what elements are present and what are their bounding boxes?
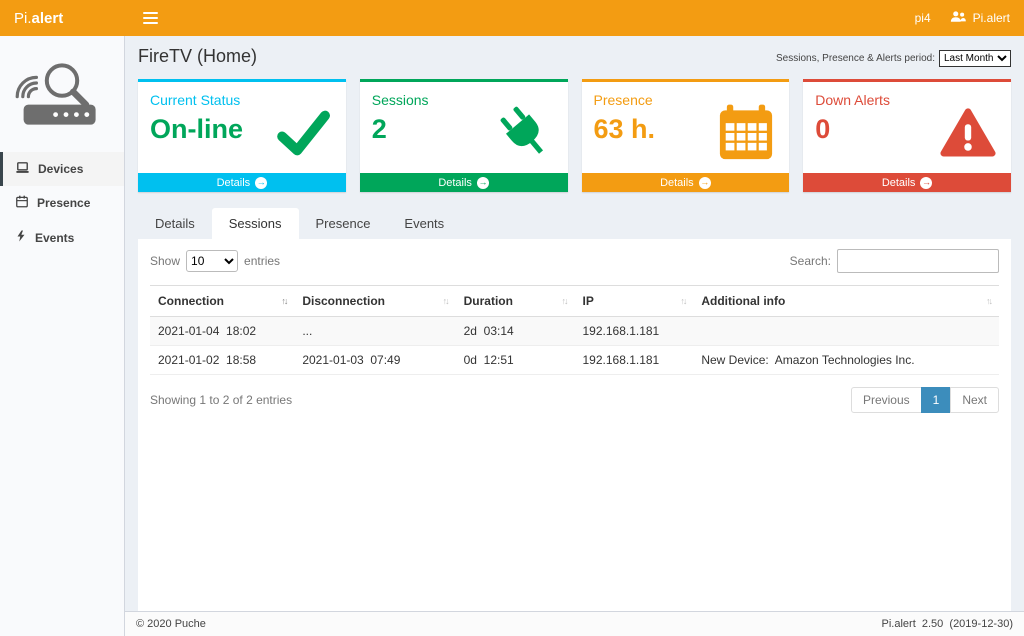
details-link-sessions[interactable]: Details →: [360, 173, 568, 192]
column-header-disconnection[interactable]: Disconnection↑↓: [294, 286, 455, 317]
arrow-right-icon: →: [920, 177, 932, 189]
cell-duration: 2d 03:14: [456, 317, 575, 346]
navbar: pi4 Pi.alert: [125, 0, 1024, 36]
cell-disconnection: 2021-01-03 07:49: [294, 346, 455, 375]
sidebar-menu: Devices Presence: [0, 152, 124, 255]
table-row: 2021-01-02 18:58 2021-01-03 07:49 0d 12:…: [150, 346, 999, 375]
column-header-duration[interactable]: Duration↑↓: [456, 286, 575, 317]
table-row: 2021-01-04 18:02 ... 2d 03:14 192.168.1.…: [150, 317, 999, 346]
sidebar-item-devices[interactable]: Devices: [0, 152, 124, 186]
sidebar-item-label: Events: [35, 231, 74, 245]
brand-prefix: Pi.: [14, 10, 32, 27]
sort-icon: ↑↓: [281, 294, 286, 306]
column-header-additional-info[interactable]: Additional info↑↓: [693, 286, 999, 317]
version-label: Pi.alert 2.50 (2019-12-30): [882, 618, 1013, 630]
pagination: Previous 1 Next: [852, 387, 999, 413]
cell-connection: 2021-01-02 18:58: [150, 346, 294, 375]
page-length-select[interactable]: 10: [186, 250, 238, 272]
calendar-icon: [15, 195, 29, 211]
sessions-table: Connection↑↓ Disconnection↑↓ Duration↑↓ …: [150, 285, 999, 375]
sidebar-item-presence[interactable]: Presence: [0, 186, 124, 220]
period-label: Sessions, Presence & Alerts period:: [776, 53, 935, 64]
details-link-presence[interactable]: Details →: [582, 173, 790, 192]
show-label: Show: [150, 254, 180, 268]
previous-page-button[interactable]: Previous: [851, 387, 922, 413]
brand-logo[interactable]: Pi.alert: [0, 0, 125, 36]
brand-suffix: alert: [32, 10, 64, 27]
sort-icon: ↑↓: [680, 294, 685, 306]
calendar-icon: [717, 104, 775, 162]
cell-ip: 192.168.1.181: [574, 317, 693, 346]
cell-additional-info: New Device: Amazon Technologies Inc.: [693, 346, 999, 375]
cell-connection: 2021-01-04 18:02: [150, 317, 294, 346]
main-content: FireTV (Home) Sessions, Presence & Alert…: [125, 36, 1024, 611]
check-icon: [274, 104, 332, 162]
plug-icon: [496, 104, 554, 162]
warning-triangle-icon: [939, 104, 997, 162]
page-1-button[interactable]: 1: [921, 387, 952, 413]
tab-bar: Details Sessions Presence Events: [138, 208, 1011, 239]
entries-label: entries: [244, 254, 280, 268]
copyright-label: © 2020 Puche: [136, 618, 206, 630]
sidebar-item-label: Devices: [38, 162, 83, 176]
tab-events[interactable]: Events: [387, 208, 461, 239]
search-label: Search:: [790, 254, 831, 268]
user-menu[interactable]: Pi.alert: [949, 9, 1010, 27]
top-navbar: Pi.alert pi4 Pi.alert: [0, 0, 1024, 36]
summary-boxes: Current Status On-line Details →: [138, 79, 1011, 192]
users-icon: [949, 9, 967, 27]
period-select[interactable]: Last Month: [939, 50, 1011, 67]
table-info-label: Showing 1 to 2 of 2 entries: [150, 393, 292, 407]
app-logo-image: [0, 36, 124, 152]
sort-icon: ↑↓: [986, 294, 991, 306]
summary-box-down-alerts: Down Alerts 0 Details →: [803, 79, 1011, 192]
sort-icon: ↑↓: [561, 294, 566, 306]
arrow-right-icon: →: [699, 177, 711, 189]
summary-box-current-status: Current Status On-line Details →: [138, 79, 346, 192]
sessions-tab-panel: Show 10 entries Search: Connectio: [138, 239, 1011, 611]
cell-duration: 0d 12:51: [456, 346, 575, 375]
sidebar-item-label: Presence: [37, 196, 90, 210]
menu-toggle-icon[interactable]: [139, 8, 162, 28]
search-input[interactable]: [837, 249, 999, 273]
bolt-icon: [15, 229, 27, 246]
cell-additional-info: [693, 317, 999, 346]
summary-box-sessions: Sessions 2: [360, 79, 568, 192]
tab-presence[interactable]: Presence: [299, 208, 388, 239]
arrow-right-icon: →: [255, 177, 267, 189]
sidebar: Devices Presence: [0, 36, 125, 636]
laptop-icon: [15, 161, 30, 177]
tab-sessions[interactable]: Sessions: [212, 208, 299, 239]
column-header-ip[interactable]: IP↑↓: [574, 286, 693, 317]
user-menu-label: Pi.alert: [973, 11, 1010, 25]
hostname-label: pi4: [915, 11, 931, 25]
cell-ip: 192.168.1.181: [574, 346, 693, 375]
arrow-right-icon: →: [477, 177, 489, 189]
sort-icon: ↑↓: [443, 294, 448, 306]
summary-box-presence: Presence 63 h.: [582, 79, 790, 192]
details-link-down-alerts[interactable]: Details →: [803, 173, 1011, 192]
cell-disconnection: ...: [294, 317, 455, 346]
page-footer: © 2020 Puche Pi.alert 2.50 (2019-12-30): [125, 611, 1024, 636]
next-page-button[interactable]: Next: [950, 387, 999, 413]
column-header-connection[interactable]: Connection↑↓: [150, 286, 294, 317]
tab-details[interactable]: Details: [138, 208, 212, 239]
page-title: FireTV (Home): [138, 46, 257, 67]
sidebar-item-events[interactable]: Events: [0, 220, 124, 255]
details-link-status[interactable]: Details →: [138, 173, 346, 192]
